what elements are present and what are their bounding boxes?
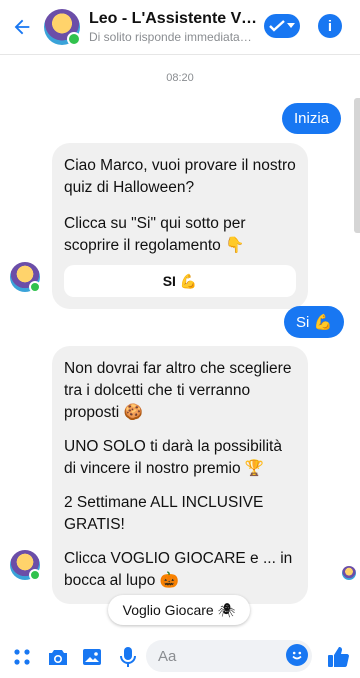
chat-header: Leo - L'Assistente Virtuale Di solito ri… <box>0 0 360 54</box>
mic-icon <box>120 647 136 667</box>
message-line: UNO SOLO ti darà la possibilità di vince… <box>64 438 287 477</box>
chevron-down-icon <box>287 23 295 28</box>
seen-indicator-avatar <box>342 566 356 580</box>
info-icon: i <box>327 17 333 35</box>
quick-reply-chip[interactable]: Voglio Giocare 🕷 <box>108 595 250 625</box>
message-input[interactable] <box>156 646 280 666</box>
message-line <box>64 536 296 548</box>
message-line <box>64 424 296 436</box>
sender-avatar <box>10 262 41 293</box>
contact-status: Di solito risponde immediatamente <box>89 30 259 44</box>
si-button[interactable]: SI 💪 <box>64 265 296 297</box>
outgoing-message[interactable]: Inizia <box>282 103 342 134</box>
message-line: 2 Settimane ALL INCLUSIVE GRATIS! <box>64 494 268 533</box>
gallery-icon <box>83 649 101 665</box>
apps-button[interactable] <box>10 645 34 669</box>
arrow-left-icon <box>14 19 30 35</box>
contact-name: Leo - L'Assistente Virtuale <box>89 10 259 27</box>
camera-button[interactable] <box>46 645 70 669</box>
incoming-message[interactable]: Non dovrai far altro che scegliere tra i… <box>52 346 308 604</box>
contact-info[interactable]: Leo - L'Assistente Virtuale Di solito ri… <box>89 10 259 44</box>
info-button[interactable]: i <box>318 14 342 38</box>
gallery-button[interactable] <box>80 645 104 669</box>
message-timestamp: 08:20 <box>166 72 194 84</box>
mic-button[interactable] <box>116 645 140 669</box>
check-icon <box>269 20 285 32</box>
scrollbar[interactable] <box>354 98 360 233</box>
back-button[interactable] <box>0 0 44 54</box>
message-line: Ciao Marco, vuoi provare il nostro quiz … <box>64 157 301 196</box>
message-line: Non dovrai far altro che scegliere tra i… <box>64 360 296 421</box>
sender-avatar <box>10 550 41 581</box>
outgoing-message[interactable]: Si 💪 <box>284 306 345 338</box>
check-button[interactable] <box>264 14 300 38</box>
emoji-button[interactable] <box>286 644 308 666</box>
thumbs-up-icon <box>328 647 349 667</box>
message-line: Clicca su "Si" qui sotto per scoprire il… <box>64 215 250 254</box>
contact-avatar[interactable] <box>44 9 81 46</box>
online-status-dot <box>67 32 81 46</box>
apps-icon <box>14 649 30 665</box>
message-line <box>64 199 296 213</box>
like-button[interactable] <box>326 645 350 669</box>
camera-icon <box>49 650 67 665</box>
online-status-dot <box>29 281 41 293</box>
message-line <box>64 480 296 492</box>
emoji-icon <box>292 651 302 660</box>
incoming-message[interactable]: Ciao Marco, vuoi provare il nostro quiz … <box>52 143 308 309</box>
online-status-dot <box>29 569 41 581</box>
message-line: Clicca VOGLIO GIOCARE e ... in bocca al … <box>64 550 297 589</box>
